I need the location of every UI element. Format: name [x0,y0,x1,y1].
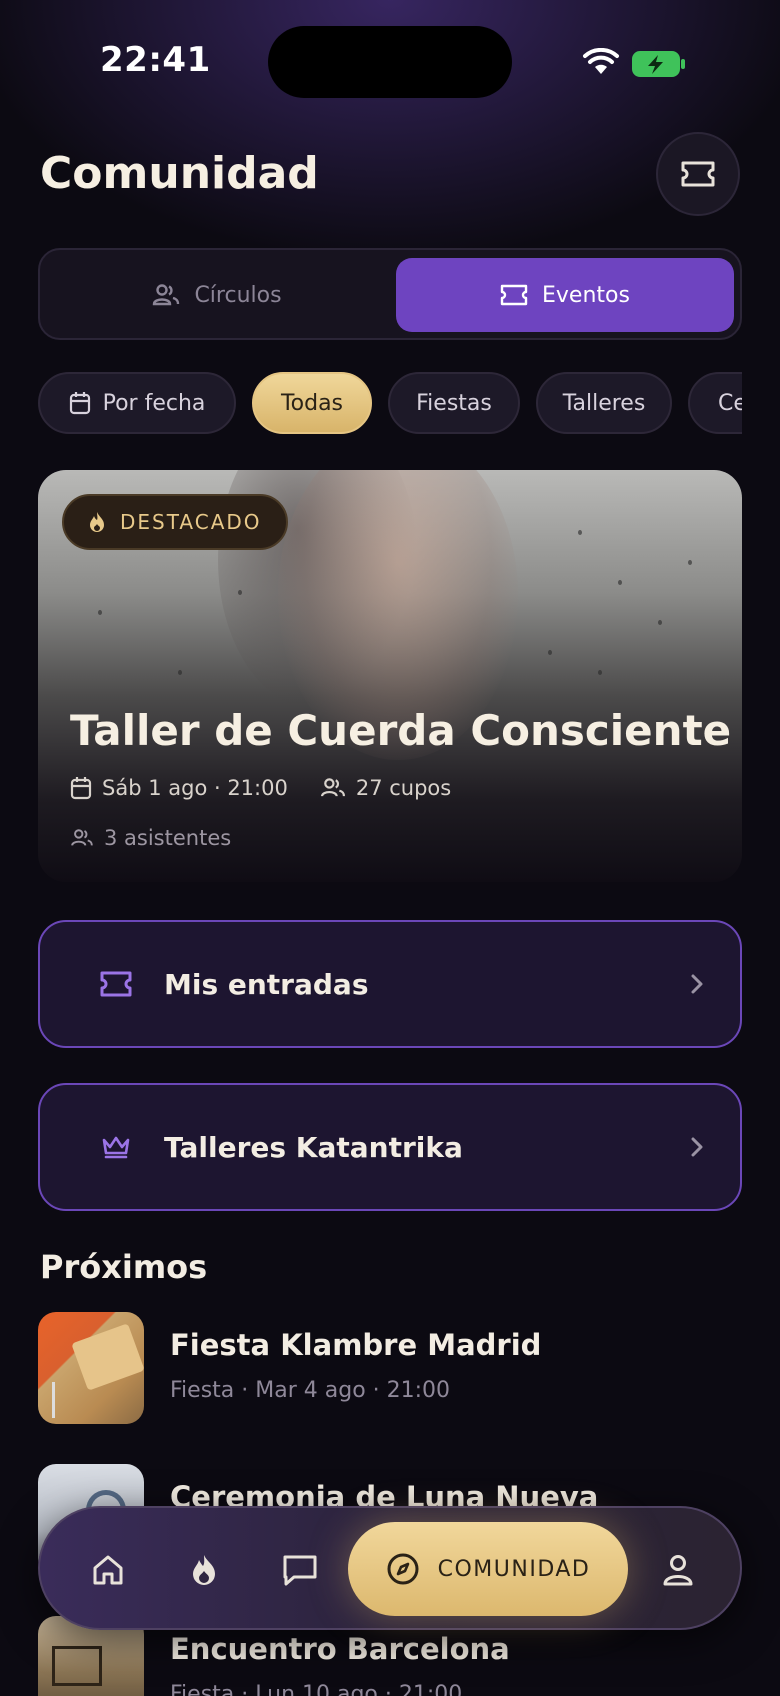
tab-circulos-label: Círculos [194,282,282,308]
chevron-right-icon [691,974,703,994]
chip-label: Fiestas [416,390,492,416]
raindrop [658,620,662,625]
featured-badge: DESTACADO [62,494,288,550]
featured-spots: 27 cupos [355,776,452,800]
chip-por-fecha[interactable]: Por fecha [38,372,236,434]
filter-chips: Por fecha Todas Fiestas Talleres Ce [38,372,742,436]
featured-attendees-label: 3 asistentes [104,826,232,850]
my-tickets-label: Mis entradas [164,967,369,1001]
battery-icon [632,51,685,77]
chip-fiestas[interactable]: Fiestas [388,372,520,434]
raindrop [98,610,102,615]
home-icon [93,1555,123,1585]
tab-bar: COMUNIDAD [38,1506,742,1630]
tickets-button[interactable] [656,132,740,216]
calendar-icon [69,392,90,415]
event-thumbnail [38,1312,144,1424]
chip-todas[interactable]: Todas [252,372,372,434]
featured-date: Sáb 1 ago · 21:00 [102,776,288,800]
flame-icon [90,512,104,532]
tab-discover[interactable] [180,1546,228,1594]
ticket-icon [681,161,715,187]
crown-icon [102,1136,130,1159]
raindrop [688,560,692,565]
person-icon [663,1555,693,1586]
section-title: Próximos [40,1248,208,1286]
featured-meta: Sáb 1 ago · 21:00 27 cupos [70,776,451,800]
people-icon [71,829,93,846]
event-title: Encuentro Barcelona [170,1632,510,1666]
raindrop [238,590,242,595]
chip-label: Por fecha [102,390,206,416]
featured-badge-label: DESTACADO [120,510,262,534]
segmented-control: Círculos Eventos [38,248,742,340]
ticket-icon [100,971,132,997]
tab-chat[interactable] [276,1546,324,1594]
workshops-label: Talleres Katantrika [164,1130,463,1164]
page-title: Comunidad [40,148,319,199]
compass-icon [387,1553,419,1585]
tab-profile[interactable] [654,1546,702,1594]
tab-home[interactable] [84,1546,132,1594]
tab-eventos[interactable]: Eventos [396,258,734,332]
raindrop [578,530,582,535]
raindrop [548,650,552,655]
tab-comunidad-label: COMUNIDAD [437,1556,591,1582]
raindrop [178,670,182,675]
status-time: 22:41 [100,40,211,80]
chevron-right-icon [691,1137,703,1157]
featured-event-card[interactable]: DESTACADO Taller de Cuerda Consciente Sá… [38,470,742,882]
tab-comunidad[interactable]: COMUNIDAD [348,1522,628,1616]
raindrop [618,580,622,585]
event-subtitle: Fiesta · Mar 4 ago · 21:00 [170,1378,451,1403]
raindrop [598,670,602,675]
wifi-icon [583,48,619,74]
ticket-icon [500,284,528,306]
chip-ceremonias[interactable]: Ce [688,372,742,434]
chip-label: Talleres [562,390,646,416]
workshops-card[interactable]: Talleres Katantrika [38,1083,742,1211]
people-icon [320,778,345,797]
featured-attendees: 3 asistentes [70,826,231,850]
people-icon [153,284,180,306]
event-subtitle: Fiesta · Lun 10 ago · 21:00 [170,1682,463,1696]
event-title: Fiesta Klambre Madrid [170,1328,542,1362]
chip-label: Todas [280,390,344,416]
chip-talleres[interactable]: Talleres [536,372,672,434]
my-tickets-card[interactable]: Mis entradas [38,920,742,1048]
featured-title: Taller de Cuerda Consciente [70,706,732,755]
tab-circulos[interactable]: Círculos [48,258,386,332]
chip-label: Ce [718,390,742,416]
chat-icon [283,1555,317,1586]
dynamic-island [268,26,512,98]
flame-icon [193,1555,215,1585]
tab-eventos-label: Eventos [542,282,630,308]
list-item[interactable]: Fiesta Klambre Madrid Fiesta · Mar 4 ago… [38,1312,742,1426]
calendar-icon [70,777,92,800]
